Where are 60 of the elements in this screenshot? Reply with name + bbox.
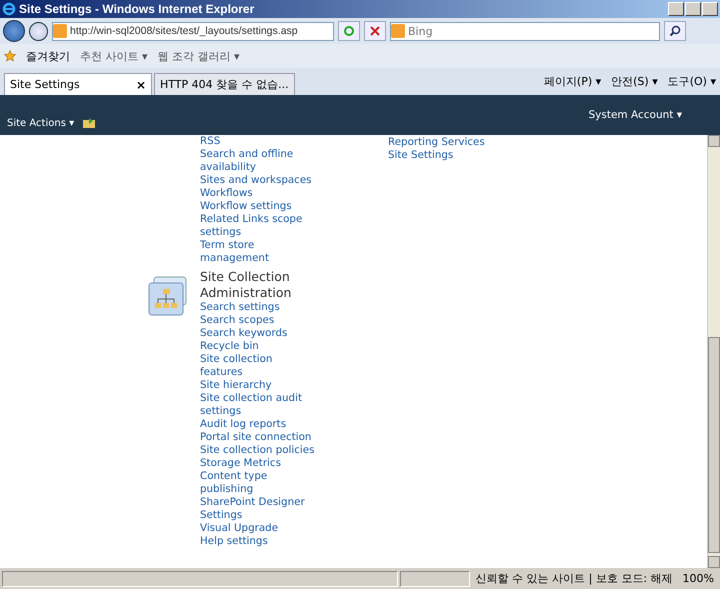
- back-button[interactable]: [3, 20, 25, 42]
- settings-link[interactable]: Site collection audit settings: [200, 392, 318, 418]
- site-hierarchy-icon: [148, 275, 188, 317]
- settings-link[interactable]: Term store management: [200, 239, 318, 265]
- search-provider-icon: [391, 24, 405, 38]
- command-menu[interactable]: 페이지(P) ▾: [544, 74, 602, 89]
- maximize-button[interactable]: [685, 2, 701, 16]
- minimize-button[interactable]: [668, 2, 684, 16]
- command-menu[interactable]: 도구(O) ▾: [668, 74, 716, 89]
- settings-link[interactable]: Audit log reports: [200, 418, 318, 431]
- settings-link[interactable]: Site Settings: [388, 149, 485, 162]
- settings-link[interactable]: Search and offline availability: [200, 148, 318, 174]
- close-tab-button[interactable]: ×: [136, 78, 146, 92]
- settings-link[interactable]: Site hierarchy: [200, 379, 318, 392]
- command-menu[interactable]: 안전(S) ▾: [611, 74, 658, 89]
- refresh-icon: [343, 25, 355, 37]
- settings-link[interactable]: Search settings: [200, 301, 318, 314]
- close-button[interactable]: [702, 2, 718, 16]
- stop-button[interactable]: [364, 21, 386, 41]
- settings-link[interactable]: Site collection features: [200, 353, 318, 379]
- browser-tab[interactable]: HTTP 404 찾을 수 없습...: [154, 73, 295, 95]
- settings-link[interactable]: Site collection policies: [200, 444, 318, 457]
- favorites-link[interactable]: 웹 조각 갤러리 ▾: [158, 48, 240, 64]
- favorites-button[interactable]: 즐겨찾기: [26, 48, 70, 64]
- user-menu[interactable]: System Account ▾: [588, 109, 682, 135]
- settings-link[interactable]: Storage Metrics: [200, 457, 318, 470]
- settings-link[interactable]: Search scopes: [200, 314, 318, 327]
- browser-tab[interactable]: Site Settings ×: [4, 73, 152, 95]
- section-heading: Site Collection Administration: [200, 269, 292, 301]
- scrollbar-thumb[interactable]: [708, 337, 720, 553]
- refresh-button[interactable]: [338, 21, 360, 41]
- settings-link[interactable]: RSS: [200, 135, 318, 148]
- settings-link[interactable]: Content type publishing: [200, 470, 318, 496]
- settings-link[interactable]: Visual Upgrade: [200, 522, 318, 535]
- site-actions-menu[interactable]: Site Actions ▾: [7, 118, 74, 128]
- settings-link[interactable]: Portal site connection: [200, 431, 318, 444]
- address-field[interactable]: http://win-sql2008/sites/test/_layouts/settings.asp: [52, 22, 334, 40]
- settings-link[interactable]: Search keywords: [200, 327, 318, 340]
- window-title: Site Settings - Windows Internet Explorer: [19, 2, 256, 16]
- zoom-level[interactable]: 100%: [678, 572, 718, 585]
- settings-link[interactable]: Reporting Services: [388, 136, 485, 149]
- search-button[interactable]: [664, 21, 686, 41]
- settings-link[interactable]: Recycle bin: [200, 340, 318, 353]
- security-zone-text: 신뢰할 수 있는 사이트 | 보호 모드: 해제: [474, 571, 674, 586]
- browser-logo-icon: [2, 2, 16, 16]
- search-icon: [669, 25, 681, 37]
- scrollbar[interactable]: [707, 135, 720, 568]
- settings-link[interactable]: Sites and workspaces: [200, 174, 318, 187]
- close-icon: [370, 26, 380, 36]
- status-pane: [400, 570, 470, 586]
- settings-link[interactable]: Workflows: [200, 187, 318, 200]
- settings-link[interactable]: Related Links scope settings: [200, 213, 318, 239]
- search-field[interactable]: Bing: [390, 22, 660, 40]
- settings-link[interactable]: Help settings: [200, 535, 318, 548]
- settings-link[interactable]: Workflow settings: [200, 200, 318, 213]
- settings-link[interactable]: SharePoint Designer Settings: [200, 496, 318, 522]
- favorites-link[interactable]: 추천 사이트 ▾: [80, 48, 148, 64]
- folder-icon[interactable]: [82, 117, 96, 129]
- forward-button[interactable]: [29, 22, 48, 40]
- star-icon: [4, 50, 16, 62]
